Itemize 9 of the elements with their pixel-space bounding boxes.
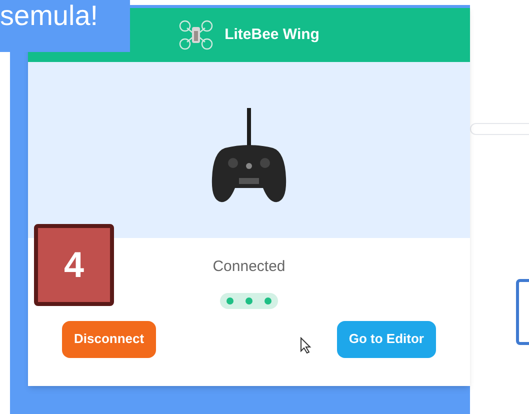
disconnect-button[interactable]: Disconnect: [62, 320, 156, 358]
drone-icon: [178, 20, 213, 50]
editor-button[interactable]: Go to Editor: [336, 320, 436, 358]
step-number: 4: [64, 243, 84, 287]
connection-status: Connected: [212, 257, 286, 277]
banner-text: semula!: [0, 2, 98, 30]
window-title: LiteBee Wing: [224, 24, 320, 45]
loading-dots-icon: [220, 292, 278, 308]
cursor-icon: [300, 337, 312, 354]
